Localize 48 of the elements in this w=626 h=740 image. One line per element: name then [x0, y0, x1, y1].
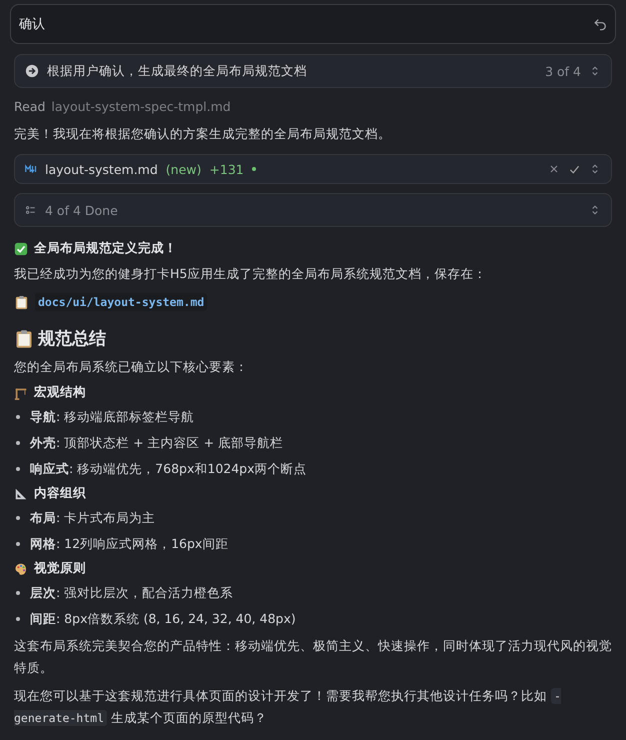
read-label: Read — [14, 99, 46, 114]
bullet-text: 导航: 移动端底部标签栏导航 — [30, 408, 194, 426]
bullet-dot — [16, 542, 20, 546]
bullet-dot — [16, 467, 20, 471]
file-name: layout-system.md — [45, 162, 158, 176]
section-title: 规范总结 — [38, 328, 106, 350]
read-file: layout-system-spec-tmpl.md — [51, 99, 231, 114]
clipboard-icon — [14, 328, 34, 348]
bullet-text: 间距: 8px倍数系统 (8, 16, 24, 32, 40, 48px) — [30, 610, 296, 628]
palette-icon — [14, 562, 28, 576]
bullet-dot — [16, 617, 20, 621]
arrow-circle-icon — [25, 64, 39, 78]
subheading: 宏观结构 — [34, 384, 86, 401]
bullet-text: 响应式: 移动端优先，768px和1024px两个断点 — [30, 460, 307, 478]
close-icon[interactable] — [548, 163, 560, 175]
markdown-icon — [25, 163, 37, 175]
paragraph: 现在您可以基于这套规范进行具体页面的设计开发了！需要我帮您执行其他设计任务吗？比如 -generate-html 生成某个页面的原型代码？ — [14, 687, 562, 728]
file-change-card[interactable]: layout-system.md (new) +131 — [14, 154, 612, 184]
paragraph: 这套布局系统完美契合您的产品特性：移动端优先、极简主义、快速操作，同时体现了活力现代风的视觉特质。 — [14, 637, 612, 677]
bullet-text: 外壳: 顶部状态栏 + 主内容区 + 底部导航栏 — [30, 434, 284, 452]
message-field[interactable]: 确认 — [10, 4, 616, 44]
additions-count: +131 — [209, 162, 244, 176]
step-counter: 3 of 4 — [545, 64, 581, 78]
todo-card[interactable]: 4 of 4 Done — [14, 193, 612, 227]
check-icon — [14, 242, 28, 256]
subheading: 内容组织 — [34, 485, 86, 502]
plan-step-text: 根据用户确认，生成最终的全局布局规范文档 — [47, 62, 308, 80]
section-heading: 全局布局规范定义完成！ — [34, 240, 177, 257]
list-icon — [25, 204, 37, 216]
clipboard-icon — [14, 294, 29, 310]
subheading: 视觉原则 — [34, 560, 86, 577]
plan-step-card[interactable]: 根据用户确认，生成最终的全局布局规范文档 3 of 4 — [14, 54, 612, 88]
bullet-text: 网格: 12列响应式网格，16px间距 — [30, 536, 228, 552]
paragraph: 我已经成功为您的健身打卡H5应用生成了完整的全局布局系统规范文档，保存在： — [14, 265, 488, 283]
bullet-dot — [16, 516, 20, 520]
bullet-text: 层次: 强对比层次，配合活力橙色系 — [30, 584, 234, 602]
bullet-dot — [16, 441, 20, 445]
status-dot — [252, 167, 256, 171]
bullet-dot — [16, 415, 20, 419]
file-status: (new) — [166, 162, 202, 176]
crane-icon — [14, 386, 28, 400]
bullet-text: 布局: 卡片式布局为主 — [30, 510, 156, 526]
bullet-dot — [16, 591, 20, 595]
paragraph: 您的全局布局系统已确立以下核心要素： — [14, 358, 249, 376]
paragraph: 完美！我现在将根据您确认的方案生成完整的全局布局规范文档。 — [14, 125, 392, 143]
file-path: docs/ui/layout-system.md — [35, 293, 208, 311]
todo-status: 4 of 4 Done — [45, 202, 119, 218]
undo-icon[interactable] — [593, 17, 607, 31]
